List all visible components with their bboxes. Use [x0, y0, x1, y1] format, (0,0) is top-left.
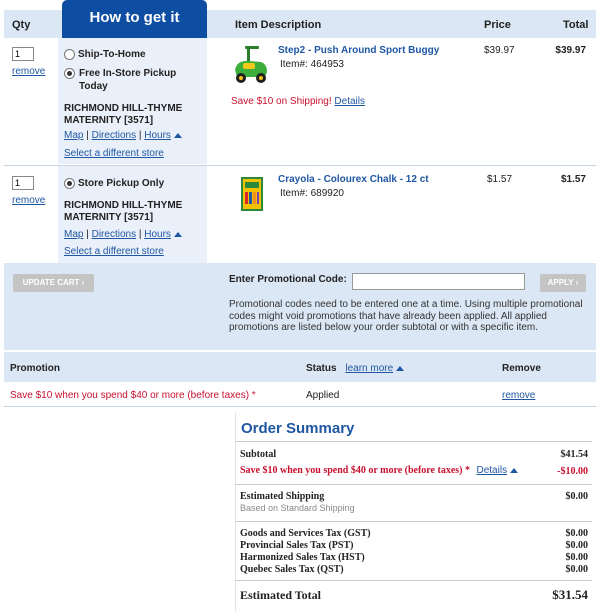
pst-label: Provincial Sales Tax (PST) — [240, 540, 354, 551]
hours-link[interactable]: Hours — [144, 130, 171, 141]
discount-label: Save $10 when you spend $40 or more (bef… — [240, 465, 470, 476]
subtotal-value: $41.54 — [560, 449, 589, 460]
chalk-box-icon[interactable] — [240, 176, 264, 212]
select-store-link-item-2[interactable]: Select a different store — [64, 246, 164, 257]
row-divider — [4, 165, 596, 166]
item-2-number: Item#: 689920 — [280, 188, 344, 199]
select-store-link-item-1[interactable]: Select a different store — [64, 148, 164, 159]
directions-link[interactable]: Directions — [92, 229, 136, 240]
map-link[interactable]: Map — [64, 130, 83, 141]
promo-code-input[interactable] — [352, 273, 525, 290]
promo-code-note: Promotional codes need to be entered one… — [229, 299, 583, 333]
summary-divider — [235, 484, 592, 485]
status-label: Status — [306, 363, 337, 374]
shipping-promo-note: Save $10 on Shipping! Details — [231, 96, 365, 107]
applied-promotion-text: Save $10 when you spend $40 or more (bef… — [10, 390, 256, 401]
order-summary-title: Order Summary — [241, 420, 355, 437]
qst-label: Quebec Sales Tax (QST) — [240, 564, 344, 575]
summary-divider — [235, 521, 592, 522]
item-number-label: Item#: — [280, 59, 308, 70]
item-1-name-link[interactable]: Step2 - Push Around Sport Buggy — [278, 45, 439, 56]
item-number-value: 689920 — [310, 188, 344, 199]
how-to-get-it-header: How to get it — [62, 0, 207, 38]
store-pickup-only-option[interactable]: Store Pickup Only — [64, 178, 164, 189]
ship-to-home-label: Ship-To-Home — [78, 49, 146, 61]
estimated-total-label: Estimated Total — [240, 588, 322, 602]
in-store-pickup-radio[interactable] — [64, 68, 75, 79]
expand-up-icon — [173, 132, 182, 138]
qty-header: Qty — [12, 19, 31, 31]
apply-promo-button[interactable]: APPLY › — [540, 274, 586, 292]
update-cart-button[interactable]: UPDATE CART › — [13, 274, 94, 292]
subtotal-label: Subtotal — [240, 449, 277, 460]
item-1-total: $39.97 — [555, 45, 586, 56]
item-number-value: 464953 — [310, 59, 344, 70]
price-header: Price — [484, 19, 511, 31]
status-column-header: Status learn more — [306, 363, 405, 374]
remove-promotion-link[interactable]: remove — [502, 390, 535, 401]
remove-item-2-link[interactable]: remove — [12, 195, 45, 206]
shipping-sublabel: Based on Standard Shipping — [240, 503, 355, 513]
shipping-promo-details-link[interactable]: Details — [334, 96, 365, 107]
qty-input-item-1[interactable] — [12, 47, 34, 61]
item-1-price: $39.97 — [484, 45, 515, 56]
remove-column-header: Remove — [502, 363, 541, 374]
toy-car-icon[interactable] — [231, 44, 271, 86]
learn-more-link[interactable]: learn more — [345, 363, 393, 374]
in-store-pickup-option[interactable]: Free In-Store Pickup Today — [64, 67, 204, 93]
total-header: Total — [563, 19, 589, 31]
expand-up-icon — [173, 231, 182, 237]
ship-to-home-radio[interactable] — [64, 49, 75, 60]
store-name-item-2: RICHMOND HILL-THYME MATERNITY [3571] — [64, 200, 183, 223]
in-store-pickup-label: Free In-Store Pickup Today — [79, 68, 177, 92]
item-1-number: Item#: 464953 — [280, 59, 344, 70]
estimated-total-value: $31.54 — [552, 587, 588, 602]
store-pickup-only-radio[interactable] — [64, 178, 75, 189]
promotion-row-divider — [4, 406, 596, 407]
expand-up-icon — [396, 365, 405, 371]
store-name-item-1: RICHMOND HILL-THYME MATERNITY [3571] — [64, 103, 183, 126]
discount-value: -$10.00 — [557, 466, 588, 477]
qty-input-item-2[interactable] — [12, 176, 34, 190]
applied-promotion-status: Applied — [306, 390, 340, 401]
directions-link[interactable]: Directions — [92, 130, 136, 141]
hours-link[interactable]: Hours — [144, 229, 171, 240]
item-2-total: $1.57 — [560, 174, 586, 185]
gst-label: Goods and Services Tax (GST) — [240, 528, 371, 539]
summary-divider — [235, 580, 592, 581]
promotion-column-header: Promotion — [10, 363, 60, 374]
expand-up-icon — [510, 468, 519, 474]
item-number-label: Item#: — [280, 188, 308, 199]
item-description-header: Item Description — [235, 19, 322, 31]
shipping-label: Estimated Shipping — [240, 491, 325, 502]
remove-item-1-link[interactable]: remove — [12, 66, 45, 77]
summary-divider — [235, 441, 592, 442]
item-2-name-link[interactable]: Crayola - Colourex Chalk - 12 ct — [278, 174, 429, 185]
discount-details-link[interactable]: Details — [477, 465, 508, 476]
map-link[interactable]: Map — [64, 229, 83, 240]
qst-value: $0.00 — [565, 564, 589, 575]
store-pickup-only-label: Store Pickup Only — [78, 178, 165, 190]
shipping-value: $0.00 — [565, 491, 589, 502]
hst-value: $0.00 — [565, 552, 589, 563]
pst-value: $0.00 — [565, 540, 589, 551]
ship-to-home-option[interactable]: Ship-To-Home — [64, 49, 146, 60]
store-links-item-1: Map | Directions | Hours — [64, 130, 182, 141]
item-2-price: $1.57 — [487, 174, 513, 185]
shipping-promo-text: Save $10 on Shipping! — [231, 96, 332, 107]
store-links-item-2: Map | Directions | Hours — [64, 229, 182, 240]
promo-code-label: Enter Promotional Code: — [229, 274, 347, 285]
discount-row: Save $10 when you spend $40 or more (bef… — [240, 465, 519, 476]
gst-value: $0.00 — [565, 528, 589, 539]
hst-label: Harmonized Sales Tax (HST) — [240, 552, 365, 563]
